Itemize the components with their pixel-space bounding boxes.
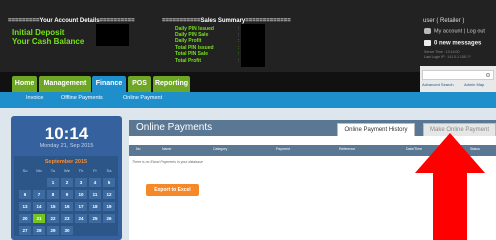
calendar-day[interactable]: 7 [33,190,45,199]
calendar-day[interactable]: 27 [19,226,31,235]
clock-time: 10:14 [44,124,89,143]
calendar-day[interactable]: 30 [61,226,73,235]
subnav-offline-payments[interactable]: Offline Payments [61,95,103,101]
sales-label: Total Profit [175,58,202,64]
column-header: No [136,147,141,151]
user-icon [424,28,431,34]
messages-link[interactable]: 0 new messages [424,40,481,47]
messages-text[interactable]: 0 new messages [434,41,481,47]
calendar-day[interactable]: 13 [19,202,31,211]
tab-online-payment-history[interactable]: Online Payment History [337,123,415,136]
calendar-title: September 2015 [44,159,88,165]
calendar-day[interactable]: 12 [103,190,115,199]
calendar-day[interactable]: 4 [89,178,101,187]
sales-colon: : [238,51,240,57]
calendar-day[interactable]: 15 [47,202,59,211]
calendar-day[interactable]: 2 [61,178,73,187]
calendar-weekday: Su [22,168,28,173]
calendar-weekday: Sa [106,168,112,173]
calendar-day[interactable]: 8 [47,190,59,199]
column-header: Payment [276,147,290,151]
calendar-day[interactable]: 26 [103,214,115,223]
account-links-text[interactable]: My account | Log out [434,28,485,34]
redacted-account-values [96,24,129,46]
cash-balance-label: Your Cash Balance [12,37,85,46]
export-to-excel-button[interactable]: Export to Excel [146,184,199,196]
sales-label: Daily Profit [175,38,202,44]
calendar-day[interactable]: 14 [33,202,45,211]
calendar-day[interactable]: 19 [103,202,115,211]
column-header: Name [162,147,172,151]
redacted-sales-values [241,24,265,67]
search-icon[interactable] [486,73,490,77]
sales-colon: : [238,38,240,44]
calendar-weekday: We [64,168,70,173]
calendar-day[interactable]: 6 [19,190,31,199]
calendar-day-today[interactable]: 21 [33,214,45,223]
calendar-day[interactable]: 16 [61,202,73,211]
calendar-day[interactable]: 9 [61,190,73,199]
calendar-day[interactable]: 18 [89,202,101,211]
sales-summary-title: ===========Sales Summary============= [162,18,291,24]
column-header: Category [213,147,228,151]
column-header: Reference [339,147,356,151]
calendar-weekday: Mo [36,168,42,173]
calendar-day[interactable]: 11 [89,190,101,199]
tab-reporting[interactable]: Reporting [153,76,190,92]
calendar-day[interactable]: 10 [75,190,87,199]
calendar-day[interactable]: 22 [47,214,59,223]
tab-management[interactable]: Management [39,76,91,92]
calendar-day[interactable]: 17 [75,202,87,211]
calendar-weekday: Tu [50,168,56,173]
subnav-online-payment[interactable]: Online Payment [123,95,162,101]
server-time: Server Time : 10:14:00 [424,50,460,54]
calendar-weekday: Fr [93,168,97,173]
empty-table-message: There is no Ebost Payments in your datab… [132,160,203,164]
user-role: user ( Retailer ) [423,18,465,24]
sales-label: Total PIN Sale [175,51,208,57]
calendar-day[interactable]: 29 [47,226,59,235]
envelope-icon [424,40,431,46]
calendar-day[interactable]: 28 [33,226,45,235]
tab-pos[interactable]: POS [128,76,151,92]
calendar-weekday: Th [78,168,84,173]
red-arrow-annotation [415,133,485,240]
calendar-day[interactable]: 5 [103,178,115,187]
initial-deposit-label: Initial Deposit [12,28,65,37]
tab-finance[interactable]: Finance [92,76,126,92]
calendar-day[interactable]: 23 [61,214,73,223]
account-links[interactable]: My account | Log out [424,28,485,34]
subnav-invoice[interactable]: Invoice [26,95,43,101]
arrow-shape [415,133,485,240]
calendar-day[interactable]: 3 [75,178,87,187]
panel-title: Online Payments [136,122,213,133]
clock-date: Monday 21, Sep 2015 [39,143,94,149]
search-input[interactable] [422,70,494,80]
calendar-day[interactable]: 20 [19,214,31,223]
calendar-day[interactable]: 25 [89,214,101,223]
tab-home[interactable]: Home [12,76,37,92]
admin-map-link[interactable]: Admin Map [464,82,484,87]
calendar-day[interactable]: 24 [75,214,87,223]
calendar-day[interactable]: 1 [47,178,59,187]
sales-colon: : [238,58,240,64]
last-login: Last Login IP : 141.0.1.155.?? [424,55,471,59]
advanced-search-link[interactable]: Advanced Search [422,82,454,87]
